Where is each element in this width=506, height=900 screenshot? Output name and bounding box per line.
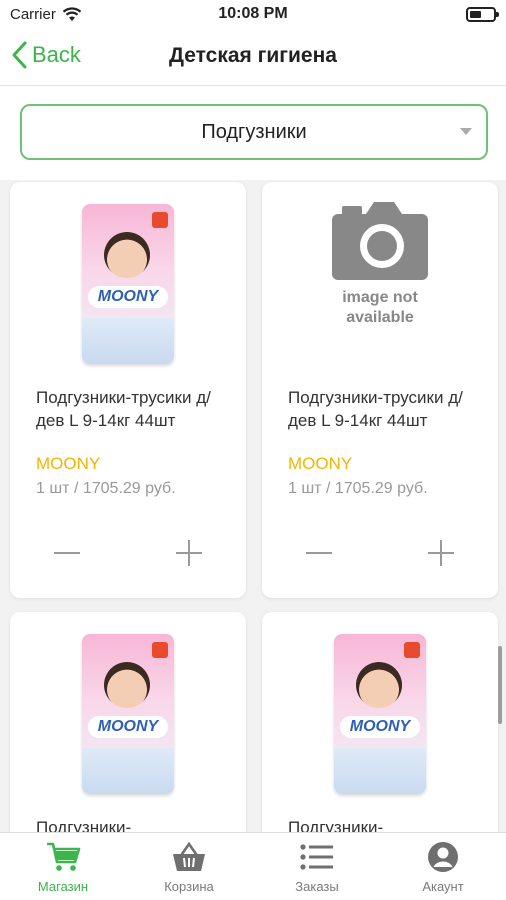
product-image: MOONY xyxy=(60,626,196,802)
increase-quantity-button[interactable] xyxy=(174,538,204,568)
product-name: Подгузники-трусики д/дев L 9-14кг 44шт xyxy=(36,388,211,430)
product-card[interactable]: MOONY Подгузники- xyxy=(10,612,246,832)
page-title: Детская гигиена xyxy=(169,44,337,67)
product-brand: MOONY xyxy=(36,454,101,473)
navigation-bar: Back Детская гигиена xyxy=(0,30,506,86)
list-icon xyxy=(300,844,333,870)
decrease-quantity-button[interactable] xyxy=(52,538,82,568)
tab-label: Заказы xyxy=(295,879,339,894)
product-grid: MOONY Подгузники-трусики д/дев L 9-14кг … xyxy=(0,180,506,832)
image-unavailable-line-1: image not xyxy=(342,289,418,306)
product-card[interactable]: MOONY Подгузники-трусики д/дев L 9-14кг … xyxy=(10,182,246,598)
product-card[interactable]: MOONY Подгузники- xyxy=(262,612,498,832)
tab-bar: Магазин Корзина Заказы Акаунт xyxy=(0,832,506,900)
tab-label: Магазин xyxy=(37,879,89,894)
increase-quantity-button[interactable] xyxy=(426,538,456,568)
account-icon xyxy=(428,842,458,872)
product-name: Подгузники- xyxy=(288,818,384,832)
product-price: 1 шт / 1705.29 руб. xyxy=(36,480,176,497)
category-dropdown[interactable]: Подгузники xyxy=(20,104,488,160)
product-image-brand: MOONY xyxy=(97,718,159,735)
clock: 10:08 PM xyxy=(218,5,288,22)
camera-icon xyxy=(332,202,428,280)
decrease-quantity-button[interactable] xyxy=(304,538,334,568)
tab-account[interactable]: Акаунт xyxy=(380,841,506,897)
tab-cart[interactable]: Корзина xyxy=(126,841,252,897)
scrollbar[interactable] xyxy=(498,646,502,724)
filter-area: Подгузники xyxy=(0,86,506,180)
product-image-brand: MOONY xyxy=(349,718,411,735)
category-selected: Подгузники xyxy=(201,120,307,143)
battery-icon xyxy=(466,7,499,22)
product-image: MOONY xyxy=(60,196,196,372)
product-card[interactable]: image not available Подгузники-трусики д… xyxy=(262,182,498,598)
product-brand: MOONY xyxy=(288,454,353,473)
image-unavailable-line-2: available xyxy=(346,309,414,326)
tab-label: Акаунт xyxy=(422,879,464,894)
product-name: Подгузники- xyxy=(36,818,132,832)
product-price: 1 шт / 1705.29 руб. xyxy=(288,480,428,497)
tab-shop[interactable]: Магазин xyxy=(0,841,126,897)
product-image-brand: MOONY xyxy=(97,288,159,305)
basket-icon xyxy=(173,841,205,871)
image-placeholder: image not available xyxy=(322,202,438,342)
product-name: Подгузники-трусики д/дев L 9-14кг 44шт xyxy=(288,388,463,430)
product-image: MOONY xyxy=(312,626,448,802)
tab-label: Корзина xyxy=(164,879,214,894)
cart-icon xyxy=(47,842,81,871)
caret-down-icon xyxy=(460,128,472,135)
tab-orders[interactable]: Заказы xyxy=(254,841,380,897)
status-bar: Carrier 10:08 PM xyxy=(0,0,506,30)
